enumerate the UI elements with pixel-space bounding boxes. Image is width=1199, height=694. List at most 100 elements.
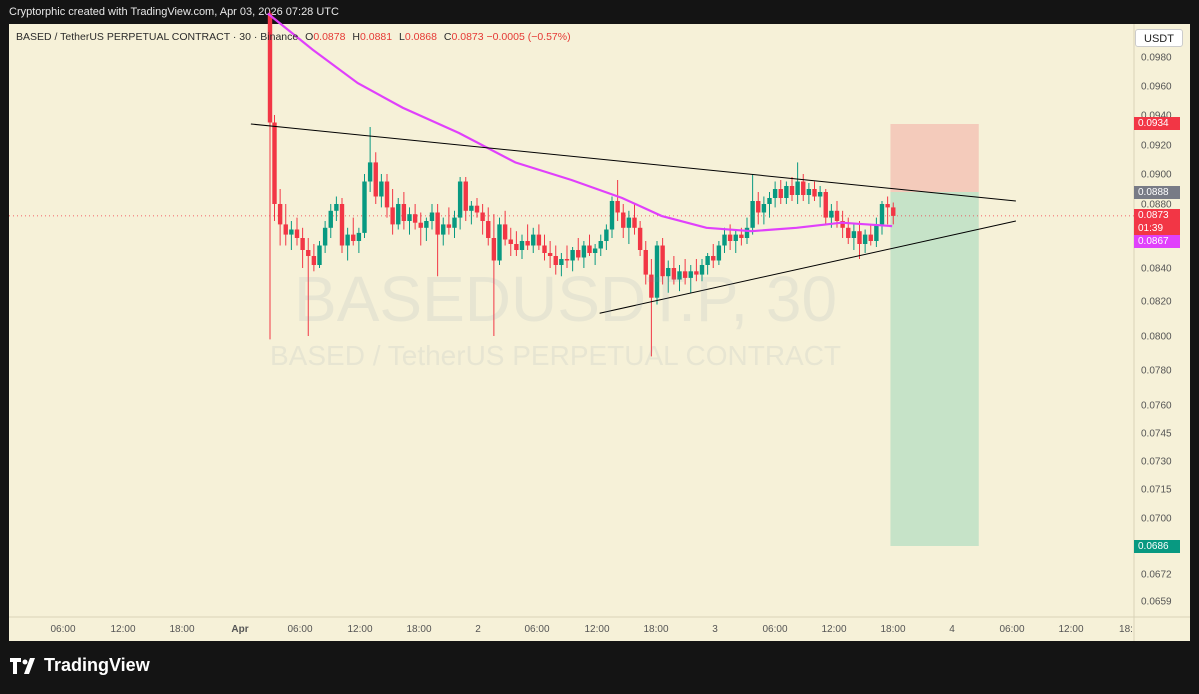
x-tick-label: 06:00: [50, 624, 75, 635]
candle-body: [334, 204, 339, 211]
candle-body: [744, 227, 750, 238]
price-tag-stop-text: 0.0934: [1138, 118, 1169, 129]
candle-body: [767, 198, 772, 204]
candle-body: [424, 221, 429, 228]
candle-body: [834, 210, 840, 221]
candle-body: [891, 207, 896, 216]
candle-body: [576, 250, 581, 258]
x-tick-label: 2: [475, 624, 481, 635]
price-tag-entry-text: 0.0888: [1138, 187, 1169, 198]
x-tick-label: 06:00: [287, 624, 312, 635]
candle-body: [879, 204, 885, 225]
candle-body: [277, 204, 283, 225]
candle-body: [519, 241, 525, 250]
candle-body: [469, 205, 474, 211]
symbol-legend: BASED / TetherUS PERPETUAL CONTRACT · 30…: [16, 31, 571, 43]
footer-bar: TradingView: [0, 641, 1199, 694]
currency-button[interactable]: USDT: [1135, 29, 1183, 47]
candle-body: [727, 234, 733, 241]
brand[interactable]: TradingView: [10, 655, 150, 676]
candle-body: [621, 212, 626, 228]
candle-body: [609, 201, 615, 230]
candle-body: [862, 234, 868, 244]
candle-body: [384, 181, 390, 208]
candle-body: [750, 201, 755, 228]
candle-body: [272, 122, 277, 204]
symbol-title[interactable]: BASED / TetherUS PERPETUAL CONTRACT · 30…: [16, 31, 298, 43]
candle-body: [339, 204, 345, 246]
candle-body: [379, 181, 384, 197]
x-tick-label: 12:00: [821, 624, 846, 635]
candle-body: [514, 244, 519, 250]
candle-body: [711, 256, 716, 261]
stop-loss-zone: [890, 124, 979, 192]
candle-body: [581, 245, 587, 258]
candle-body: [446, 224, 452, 228]
candle-body: [306, 250, 311, 256]
candle-body: [632, 217, 637, 228]
candle-body: [592, 248, 598, 253]
y-tick-label: 0.0780: [1141, 366, 1172, 377]
x-tick-label: 18:: [1119, 624, 1133, 635]
candle-body: [756, 201, 761, 213]
candle-body: [626, 217, 632, 228]
candle-body: [412, 214, 418, 223]
price-tag-countdown-text: 01:39: [1138, 223, 1164, 234]
candle-body: [356, 232, 362, 241]
candle-body: [564, 259, 570, 261]
candle-body: [542, 245, 547, 253]
candle-body: [531, 234, 536, 246]
price-tag-stop: 0.0934: [1134, 117, 1180, 130]
price-tag-last: 0.0873: [1134, 209, 1180, 222]
candle-body: [570, 250, 575, 261]
candle-body: [502, 224, 508, 240]
moving-average-line: [267, 12, 893, 233]
candle-body: [761, 204, 767, 213]
candle-body: [784, 186, 789, 198]
candle-body: [373, 162, 378, 197]
candle-body: [587, 245, 592, 253]
candle-body: [345, 234, 350, 246]
y-tick-label: 0.0715: [1141, 485, 1172, 496]
close-label: C: [443, 31, 452, 43]
candle-body: [846, 227, 851, 238]
candle-body: [716, 245, 722, 261]
candle-body: [547, 253, 553, 256]
candle-body: [322, 227, 328, 246]
y-tick-label: 0.0760: [1141, 401, 1172, 412]
x-tick-label: 06:00: [999, 624, 1024, 635]
y-tick-label: 0.0800: [1141, 332, 1172, 343]
x-tick-label: 06:00: [762, 624, 787, 635]
candle-body: [351, 234, 356, 241]
x-tick-label: 12:00: [110, 624, 135, 635]
candle-body: [536, 234, 542, 246]
y-tick-label: 0.0840: [1141, 264, 1172, 275]
candle-body: [615, 201, 620, 213]
candle-body: [289, 229, 294, 235]
candle-body: [851, 231, 857, 238]
y-tick-label: 0.0960: [1141, 82, 1172, 93]
candle-body: [474, 205, 480, 213]
candle-body: [857, 231, 862, 244]
candle-body: [452, 217, 457, 228]
candle-body: [722, 234, 727, 246]
high-label: H: [352, 31, 360, 43]
candle-body: [874, 224, 879, 241]
candle-body: [486, 221, 491, 238]
x-tick-label: 3: [712, 624, 718, 635]
y-tick-label: 0.0672: [1141, 570, 1172, 581]
x-tick-label: 06:00: [524, 624, 549, 635]
candle-body: [739, 234, 744, 238]
candle-body: [429, 212, 435, 221]
candle-body: [491, 238, 497, 261]
y-tick-label: 0.0820: [1141, 297, 1172, 308]
x-tick-label: 4: [949, 624, 955, 635]
x-tick-label: 12:00: [584, 624, 609, 635]
candle-body: [294, 229, 300, 238]
price-tag-target: 0.0686: [1134, 540, 1180, 553]
candle-body: [772, 189, 778, 198]
candle-body: [823, 192, 828, 218]
price-tag-countdown: 01:39: [1134, 222, 1180, 235]
candle-body: [267, 13, 273, 123]
candle-body: [817, 192, 823, 197]
